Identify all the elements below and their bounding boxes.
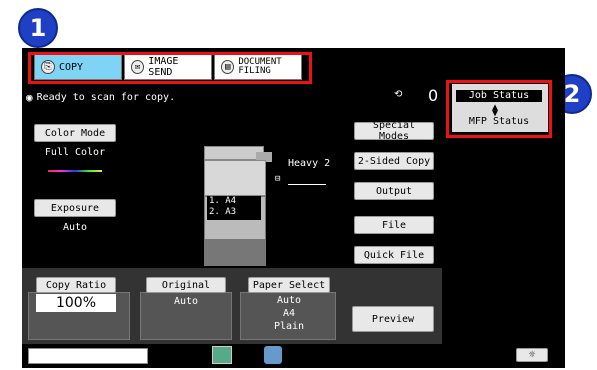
file-button[interactable]: File (354, 216, 434, 234)
copy-ratio-value: 100% (36, 294, 116, 312)
color-indicator (48, 170, 102, 172)
output-tray-line (288, 184, 326, 185)
paper-type-value: Plain (273, 321, 305, 332)
copy-ratio-button[interactable]: Copy Ratio (36, 277, 116, 293)
status-message: Ready to scan for copy. (36, 91, 176, 103)
exposure-button[interactable]: Exposure (34, 199, 116, 217)
copier-lid (204, 146, 264, 160)
network-scanner-icon[interactable] (264, 346, 282, 364)
highlight-box-status (446, 80, 552, 138)
scanner-icon: ◉ (26, 90, 33, 104)
message-field (28, 348, 148, 364)
color-mode-value: Full Color (44, 147, 106, 158)
quick-file-button[interactable]: Quick File (354, 246, 434, 264)
two-sided-copy-button[interactable]: 2-Sided Copy (354, 152, 434, 170)
callout-marker-1: 1 (18, 8, 58, 48)
highlight-box-tabs (28, 52, 312, 84)
paper-source-value: Auto (276, 295, 302, 306)
tray-2-label: 2. A3 (209, 207, 237, 217)
job-count: 0 (428, 86, 439, 105)
copier-body (204, 160, 266, 196)
job-count-icon: ⟲ (394, 89, 403, 100)
copier-base (204, 240, 266, 266)
tray-list: 1. A4 2. A3 (207, 196, 261, 220)
output-tray-icon: ⊟ (275, 174, 281, 184)
output-tray-label: Heavy 2 (288, 158, 331, 169)
paper-size-value: A4 (282, 308, 296, 319)
special-modes-button[interactable]: Special Modes (354, 120, 434, 142)
original-value: Auto (173, 296, 199, 307)
status-bar: ◉ Ready to scan for copy. (26, 88, 450, 106)
scan-to-folder-icon[interactable] (212, 346, 232, 364)
output-button[interactable]: Output (354, 182, 434, 200)
tray-1-label: 1. A4 (209, 196, 237, 206)
brightness-icon[interactable]: ☼ (516, 348, 548, 362)
preview-button[interactable]: Preview (352, 306, 434, 332)
paper-select-button[interactable]: Paper Select (248, 277, 330, 293)
color-mode-button[interactable]: Color Mode (34, 124, 116, 142)
original-button[interactable]: Original (146, 277, 226, 293)
exposure-value: Auto (62, 222, 88, 233)
